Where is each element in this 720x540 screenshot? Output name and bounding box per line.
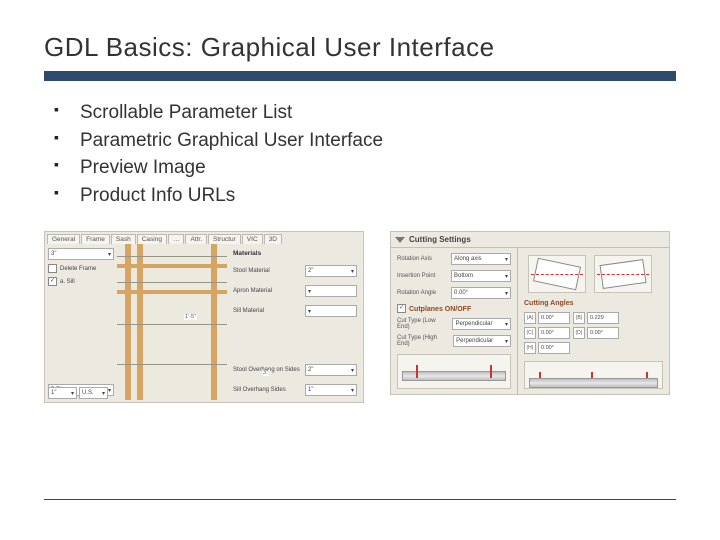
tab[interactable]: … xyxy=(168,234,185,244)
tab[interactable]: Attr. xyxy=(185,234,207,244)
material-select[interactable]: 2" xyxy=(305,265,357,277)
rod-diagram xyxy=(524,361,663,389)
axis-diagram xyxy=(594,255,652,293)
axis-line-icon xyxy=(531,274,583,275)
rod-diagram xyxy=(397,354,511,389)
unit-select[interactable]: 1" xyxy=(48,387,77,399)
bullet-item: Scrollable Parameter List xyxy=(54,99,676,127)
tab[interactable]: VIC xyxy=(242,234,263,244)
bullet-item: Product Info URLs xyxy=(54,182,676,210)
checkbox-label: Delete Frame xyxy=(60,266,96,272)
cut-line-icon xyxy=(539,372,541,378)
cut-line-icon xyxy=(591,372,593,378)
cutplanes-checkbox[interactable]: Cutplanes ON/OFF xyxy=(397,304,511,313)
material-select[interactable] xyxy=(305,285,357,297)
axis-select[interactable]: Along axis xyxy=(451,253,511,265)
checkbox-label: Cutplanes ON/OFF xyxy=(409,306,471,313)
delete-frame-checkbox[interactable]: Delete Frame xyxy=(48,264,114,273)
rod-icon xyxy=(529,378,658,388)
checkbox-label: a. Sill xyxy=(60,279,75,285)
cutting-left-column: Rotation Axis Along axis Insertion Point B… xyxy=(391,248,517,394)
slide-title: GDL Basics: Graphical User Interface xyxy=(44,32,676,63)
insertion-select[interactable]: Bottom xyxy=(451,270,511,282)
screenshot-row: General Frame Sash Casing … Attr. Struct… xyxy=(44,231,676,403)
overhang-select[interactable]: 1" xyxy=(305,384,357,396)
title-rule xyxy=(44,71,676,81)
screenshot-parameter-panel: General Frame Sash Casing … Attr. Struct… xyxy=(44,231,364,403)
angle-tag: (H) xyxy=(524,342,536,354)
checkbox-icon xyxy=(48,264,57,273)
field-label: Rotation Angle xyxy=(397,290,436,296)
tab[interactable]: Sash xyxy=(111,234,136,244)
bullet-list: Scrollable Parameter List Parametric Gra… xyxy=(54,99,676,209)
field-label: Sill Material xyxy=(233,308,264,314)
frame-member xyxy=(117,290,227,294)
overhang-select[interactable]: 2" xyxy=(305,364,357,376)
guide-line xyxy=(117,256,227,257)
materials-header: Materials xyxy=(233,250,357,257)
angle-input[interactable]: 0.00° xyxy=(587,327,619,339)
cutting-right-column: Cutting Angles (A)0.00° (B)0.229 (C)0.00… xyxy=(517,248,669,394)
angle-tag: (A) xyxy=(524,312,536,324)
angle-input[interactable]: 0.229 xyxy=(587,312,619,324)
bullet-item: Preview Image xyxy=(54,154,676,182)
dimension-label: 1'-5" xyxy=(184,314,197,320)
section-preview: 1'-5" 3" xyxy=(117,244,227,400)
footer-rule xyxy=(44,499,676,500)
angle-tag: (C) xyxy=(524,327,536,339)
angle-input[interactable]: 0.00° xyxy=(538,342,570,354)
panel-header[interactable]: Cutting Settings xyxy=(391,232,669,248)
bullet-item: Parametric Graphical User Interface xyxy=(54,127,676,155)
tab-bar: General Frame Sash Casing … Attr. Struct… xyxy=(45,232,363,244)
field-label: Cut Type (High End) xyxy=(397,335,449,347)
guide-line xyxy=(117,324,227,325)
unit-select[interactable]: U.S. xyxy=(79,387,108,399)
field-label: Cut Type (Low End) xyxy=(397,318,448,330)
sill-checkbox[interactable]: a. Sill xyxy=(48,277,114,286)
tab[interactable]: General xyxy=(47,234,80,244)
field-label: Stool Material xyxy=(233,268,270,274)
angle-inputs: (A)0.00° (B)0.229 (C)0.00° (D)0.00° (H)0… xyxy=(524,312,663,354)
angle-input[interactable]: 0.00° xyxy=(538,312,570,324)
tab[interactable]: Frame xyxy=(81,234,110,244)
angle-tag: (D) xyxy=(573,327,585,339)
guide-line xyxy=(117,282,227,283)
tab[interactable]: Structur xyxy=(208,234,241,244)
panel-title: Cutting Settings xyxy=(409,235,471,244)
angles-header: Cutting Angles xyxy=(524,300,663,307)
tab[interactable]: 3D xyxy=(264,234,282,244)
bottom-selects: 1" U.S. xyxy=(48,387,108,399)
cut-line-icon xyxy=(646,372,648,378)
field-label: Apron Material xyxy=(233,288,272,294)
left-controls: 3" Delete Frame a. Sill 5.5" xyxy=(45,244,117,400)
field-label: Rotation Axis xyxy=(397,256,432,262)
material-select[interactable] xyxy=(305,305,357,317)
angle-input[interactable]: 0.00° xyxy=(538,327,570,339)
angle-tag: (B) xyxy=(573,312,585,324)
axis-line-icon xyxy=(597,274,649,275)
cut-line-icon xyxy=(490,365,492,378)
cut-line-icon xyxy=(416,365,418,378)
dimension-label: 3" xyxy=(262,370,269,376)
disclosure-triangle-icon xyxy=(395,237,405,243)
screenshot-cutting-settings: Cutting Settings Rotation Axis Along axis… xyxy=(390,231,670,395)
guide-line xyxy=(117,364,227,365)
materials-column: Materials Stool Material 2" Apron Materia… xyxy=(227,244,363,400)
frame-member xyxy=(117,264,227,268)
checkbox-icon xyxy=(397,304,406,313)
slide: GDL Basics: Graphical User Interface Scr… xyxy=(0,0,720,540)
field-label: Sill Overhang Sides xyxy=(233,387,286,393)
cuttype-select[interactable]: Perpendicular xyxy=(453,335,511,347)
axis-diagram xyxy=(528,255,586,293)
dim-select[interactable]: 3" xyxy=(48,248,114,260)
checkbox-icon xyxy=(48,277,57,286)
field-label: Insertion Point xyxy=(397,273,435,279)
tab[interactable]: Casing xyxy=(137,234,167,244)
angle-select[interactable]: 0.00° xyxy=(451,287,511,299)
cuttype-select[interactable]: Perpendicular xyxy=(452,318,511,330)
